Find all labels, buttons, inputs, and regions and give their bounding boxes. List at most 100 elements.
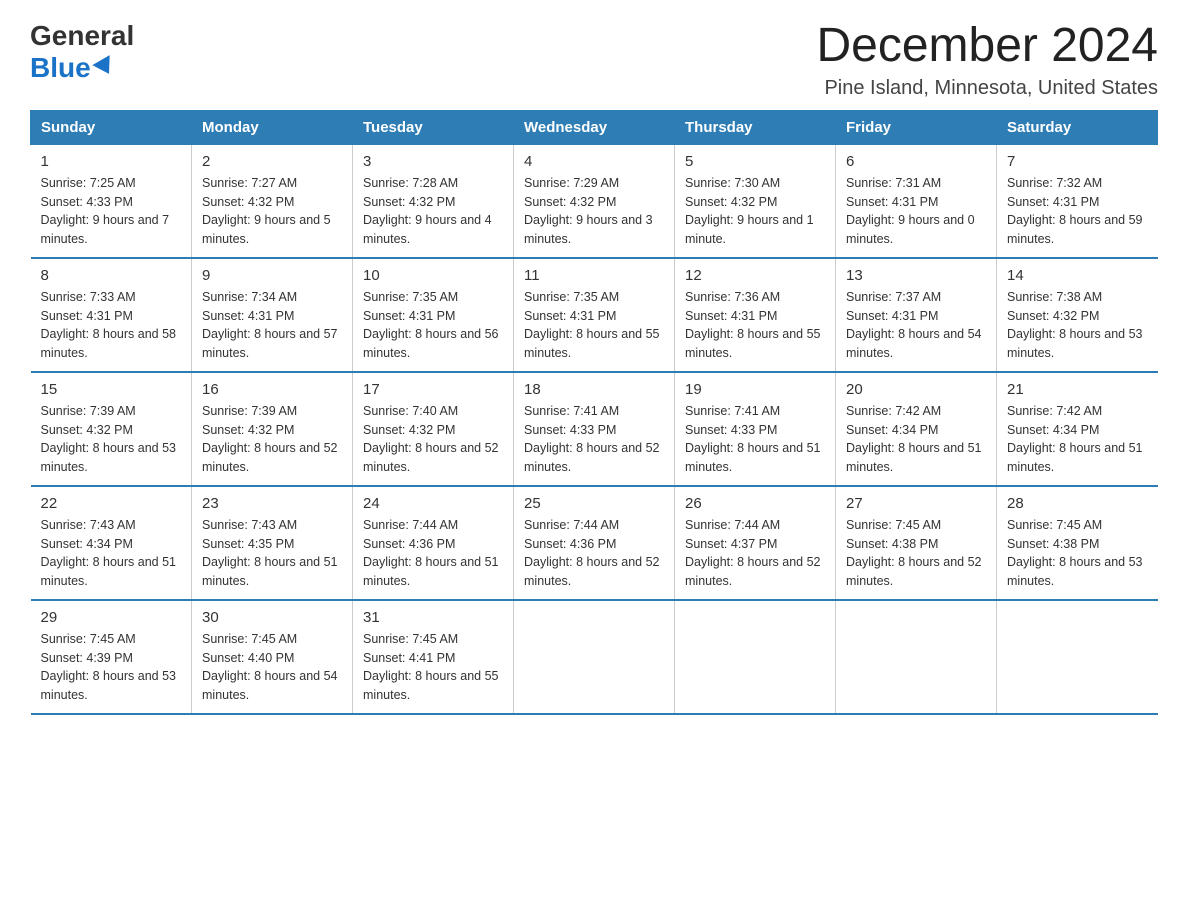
table-row: 22 Sunrise: 7:43 AM Sunset: 4:34 PM Dayl… xyxy=(31,486,192,600)
sunset-label: Sunset: 4:32 PM xyxy=(685,195,777,209)
day-number: 21 xyxy=(1007,381,1148,398)
day-number: 1 xyxy=(41,153,182,170)
sunrise-label: Sunrise: 7:32 AM xyxy=(1007,176,1102,190)
day-number: 13 xyxy=(846,267,986,284)
sunset-label: Sunset: 4:31 PM xyxy=(202,309,294,323)
table-row: 13 Sunrise: 7:37 AM Sunset: 4:31 PM Dayl… xyxy=(836,258,997,372)
table-row: 25 Sunrise: 7:44 AM Sunset: 4:36 PM Dayl… xyxy=(514,486,675,600)
sunset-label: Sunset: 4:31 PM xyxy=(41,309,133,323)
table-row: 28 Sunrise: 7:45 AM Sunset: 4:38 PM Dayl… xyxy=(997,486,1158,600)
day-info: Sunrise: 7:44 AM Sunset: 4:36 PM Dayligh… xyxy=(524,516,664,591)
day-number: 3 xyxy=(363,153,503,170)
day-number: 11 xyxy=(524,267,664,284)
day-info: Sunrise: 7:40 AM Sunset: 4:32 PM Dayligh… xyxy=(363,402,503,477)
logo-triangle-icon xyxy=(92,55,117,79)
sunset-label: Sunset: 4:32 PM xyxy=(202,195,294,209)
sunrise-label: Sunrise: 7:45 AM xyxy=(1007,518,1102,532)
day-number: 31 xyxy=(363,609,503,626)
day-number: 20 xyxy=(846,381,986,398)
day-info: Sunrise: 7:44 AM Sunset: 4:37 PM Dayligh… xyxy=(685,516,825,591)
calendar-header: Sunday Monday Tuesday Wednesday Thursday… xyxy=(31,110,1158,144)
table-row: 5 Sunrise: 7:30 AM Sunset: 4:32 PM Dayli… xyxy=(675,144,836,258)
sunrise-label: Sunrise: 7:43 AM xyxy=(202,518,297,532)
table-row: 18 Sunrise: 7:41 AM Sunset: 4:33 PM Dayl… xyxy=(514,372,675,486)
day-info: Sunrise: 7:32 AM Sunset: 4:31 PM Dayligh… xyxy=(1007,174,1148,249)
sunrise-label: Sunrise: 7:34 AM xyxy=(202,290,297,304)
daylight-label: Daylight: 8 hours and 53 minutes. xyxy=(41,441,177,474)
day-info: Sunrise: 7:39 AM Sunset: 4:32 PM Dayligh… xyxy=(202,402,342,477)
sunrise-label: Sunrise: 7:39 AM xyxy=(41,404,136,418)
table-row xyxy=(675,600,836,714)
daylight-label: Daylight: 8 hours and 52 minutes. xyxy=(846,555,982,588)
table-row: 24 Sunrise: 7:44 AM Sunset: 4:36 PM Dayl… xyxy=(353,486,514,600)
month-title: December 2024 xyxy=(816,20,1158,73)
day-number: 5 xyxy=(685,153,825,170)
day-number: 2 xyxy=(202,153,342,170)
sunset-label: Sunset: 4:35 PM xyxy=(202,537,294,551)
day-info: Sunrise: 7:37 AM Sunset: 4:31 PM Dayligh… xyxy=(846,288,986,363)
table-row: 14 Sunrise: 7:38 AM Sunset: 4:32 PM Dayl… xyxy=(997,258,1158,372)
logo-general-text: General xyxy=(30,20,134,52)
daylight-label: Daylight: 8 hours and 51 minutes. xyxy=(685,441,821,474)
day-number: 7 xyxy=(1007,153,1148,170)
day-info: Sunrise: 7:38 AM Sunset: 4:32 PM Dayligh… xyxy=(1007,288,1148,363)
day-info: Sunrise: 7:42 AM Sunset: 4:34 PM Dayligh… xyxy=(846,402,986,477)
sunset-label: Sunset: 4:34 PM xyxy=(41,537,133,551)
sunset-label: Sunset: 4:34 PM xyxy=(846,423,938,437)
daylight-label: Daylight: 8 hours and 52 minutes. xyxy=(524,441,660,474)
table-row: 8 Sunrise: 7:33 AM Sunset: 4:31 PM Dayli… xyxy=(31,258,192,372)
calendar-week-row: 8 Sunrise: 7:33 AM Sunset: 4:31 PM Dayli… xyxy=(31,258,1158,372)
day-number: 17 xyxy=(363,381,503,398)
sunset-label: Sunset: 4:32 PM xyxy=(202,423,294,437)
sunrise-label: Sunrise: 7:41 AM xyxy=(524,404,619,418)
daylight-label: Daylight: 9 hours and 3 minutes. xyxy=(524,213,653,246)
sunset-label: Sunset: 4:31 PM xyxy=(846,195,938,209)
day-info: Sunrise: 7:28 AM Sunset: 4:32 PM Dayligh… xyxy=(363,174,503,249)
sunrise-label: Sunrise: 7:45 AM xyxy=(363,632,458,646)
day-number: 10 xyxy=(363,267,503,284)
sunrise-label: Sunrise: 7:44 AM xyxy=(524,518,619,532)
daylight-label: Daylight: 8 hours and 54 minutes. xyxy=(202,669,338,702)
table-row: 23 Sunrise: 7:43 AM Sunset: 4:35 PM Dayl… xyxy=(192,486,353,600)
daylight-label: Daylight: 8 hours and 55 minutes. xyxy=(363,669,499,702)
daylight-label: Daylight: 9 hours and 7 minutes. xyxy=(41,213,170,246)
table-row: 31 Sunrise: 7:45 AM Sunset: 4:41 PM Dayl… xyxy=(353,600,514,714)
sunrise-label: Sunrise: 7:45 AM xyxy=(846,518,941,532)
table-row: 19 Sunrise: 7:41 AM Sunset: 4:33 PM Dayl… xyxy=(675,372,836,486)
sunrise-label: Sunrise: 7:35 AM xyxy=(524,290,619,304)
daylight-label: Daylight: 8 hours and 51 minutes. xyxy=(41,555,177,588)
day-info: Sunrise: 7:45 AM Sunset: 4:39 PM Dayligh… xyxy=(41,630,182,705)
sunrise-label: Sunrise: 7:44 AM xyxy=(363,518,458,532)
day-number: 22 xyxy=(41,495,182,512)
sunset-label: Sunset: 4:32 PM xyxy=(1007,309,1099,323)
day-info: Sunrise: 7:31 AM Sunset: 4:31 PM Dayligh… xyxy=(846,174,986,249)
col-monday: Monday xyxy=(192,110,353,144)
table-row: 3 Sunrise: 7:28 AM Sunset: 4:32 PM Dayli… xyxy=(353,144,514,258)
table-row: 2 Sunrise: 7:27 AM Sunset: 4:32 PM Dayli… xyxy=(192,144,353,258)
day-number: 15 xyxy=(41,381,182,398)
sunset-label: Sunset: 4:37 PM xyxy=(685,537,777,551)
sunset-label: Sunset: 4:34 PM xyxy=(1007,423,1099,437)
sunrise-label: Sunrise: 7:33 AM xyxy=(41,290,136,304)
sunset-label: Sunset: 4:36 PM xyxy=(363,537,455,551)
daylight-label: Daylight: 8 hours and 51 minutes. xyxy=(846,441,982,474)
table-row xyxy=(997,600,1158,714)
calendar-week-row: 15 Sunrise: 7:39 AM Sunset: 4:32 PM Dayl… xyxy=(31,372,1158,486)
daylight-label: Daylight: 9 hours and 0 minutes. xyxy=(846,213,975,246)
sunset-label: Sunset: 4:32 PM xyxy=(524,195,616,209)
daylight-label: Daylight: 8 hours and 56 minutes. xyxy=(363,327,499,360)
day-info: Sunrise: 7:27 AM Sunset: 4:32 PM Dayligh… xyxy=(202,174,342,249)
sunrise-label: Sunrise: 7:29 AM xyxy=(524,176,619,190)
daylight-label: Daylight: 9 hours and 5 minutes. xyxy=(202,213,331,246)
daylight-label: Daylight: 8 hours and 54 minutes. xyxy=(846,327,982,360)
day-number: 24 xyxy=(363,495,503,512)
day-info: Sunrise: 7:43 AM Sunset: 4:34 PM Dayligh… xyxy=(41,516,182,591)
sunrise-label: Sunrise: 7:40 AM xyxy=(363,404,458,418)
table-row: 4 Sunrise: 7:29 AM Sunset: 4:32 PM Dayli… xyxy=(514,144,675,258)
calendar-table: Sunday Monday Tuesday Wednesday Thursday… xyxy=(30,110,1158,715)
sunrise-label: Sunrise: 7:28 AM xyxy=(363,176,458,190)
sunset-label: Sunset: 4:33 PM xyxy=(41,195,133,209)
calendar-body: 1 Sunrise: 7:25 AM Sunset: 4:33 PM Dayli… xyxy=(31,144,1158,714)
logo-blue-text: Blue xyxy=(30,52,115,84)
daylight-label: Daylight: 8 hours and 51 minutes. xyxy=(363,555,499,588)
